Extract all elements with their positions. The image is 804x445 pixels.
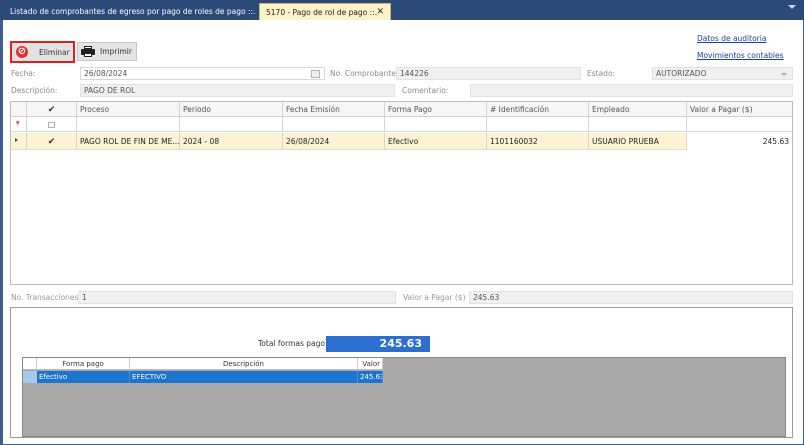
cell-forma-pago: Efectivo [385,133,487,150]
estado-value: AUTORIZADO [656,69,707,78]
audit-data-link[interactable]: Datos de auditoria [697,34,766,43]
tab-pago-rol-label: 5170 - Pago de rol de pago ::. [266,8,378,17]
estado-label: Estado: [587,69,616,78]
calendar-icon[interactable] [311,70,320,78]
payment-grid-header: Forma pago Descripción Valor [23,358,383,370]
col-header-identificacion[interactable]: # Identificación [487,102,589,117]
grid-filter-row: 📍 □ [11,117,792,132]
payment-row-indicator-header [23,358,37,370]
fecha-label: Fecha: [11,69,36,78]
select-all-checkbox[interactable]: ✔ [27,102,77,117]
close-icon[interactable]: ✕ [376,4,384,21]
cell-proceso: PAGO ROL DE FIN DE ME... [77,133,180,150]
valor-pagar-label: Valor a Pagar ($) [403,293,466,302]
payment-cell-forma: Efectivo [37,371,130,383]
col-header-valor-sub[interactable]: Valor [358,358,383,370]
tab-listado-comprobantes[interactable]: Listado de comprobantes de egreso por pa… [4,3,256,20]
col-header-proceso[interactable]: Proceso [77,102,180,117]
cell-empleado: USUARIO PRUEBA [589,133,687,150]
cell-identificacion: 1101160032 [487,133,589,150]
col-header-fecha-emision[interactable]: Fecha Emisión [283,102,385,117]
transacciones-label: No. Transacciones [11,293,79,302]
descripcion-field[interactable]: PAGO DE ROL [80,84,395,97]
col-header-periodo[interactable]: Periodo [180,102,283,117]
comprobante-field[interactable]: 144226 [396,67,581,80]
filter-identificacion[interactable] [487,117,589,132]
row-indicator [11,133,27,150]
fecha-field[interactable]: 26/08/2024 [80,67,325,80]
payment-cell-descripcion: EFECTIVO [130,371,358,383]
list-item[interactable]: Efectivo EFECTIVO 245.63 [23,371,383,383]
filter-forma-pago[interactable] [385,117,487,132]
tab-list-dropdown-icon[interactable] [788,5,796,9]
tab-bar: Listado de comprobantes de egreso por pa… [0,0,804,20]
filter-proceso[interactable] [77,117,180,132]
row-pointer-icon [15,138,18,142]
comentario-label: Comentario: [402,86,449,95]
descripcion-label: Descripción: [11,86,58,95]
printer-icon [81,46,95,57]
estado-select[interactable]: AUTORIZADO [652,67,793,80]
grid-header-row: ✔ Proceso Periodo Fecha Emisión Forma Pa… [11,102,792,117]
delete-icon: ⊘ [16,46,28,58]
cell-periodo: 2024 - 08 [180,133,283,150]
chevron-down-icon [781,73,787,76]
total-formas-pago-label: Total formas pago: [258,339,328,348]
filter-valor[interactable] [687,117,792,132]
table-row[interactable]: ✔ PAGO ROL DE FIN DE ME... 2024 - 08 26/… [11,133,792,150]
col-header-valor[interactable]: Valor a Pagar ($) [687,102,792,117]
col-header-empleado[interactable]: Empleado [589,102,687,117]
print-button-label: Imprimir [100,47,132,56]
payment-cell-valor: 245.63 [358,371,383,383]
print-button[interactable]: Imprimir [77,42,137,61]
col-header-descripcion-sub[interactable]: Descripción [130,358,358,370]
delete-button[interactable]: ⊘ Eliminar [10,41,75,63]
cell-fecha-emision: 26/08/2024 [283,133,385,150]
col-header-forma-pago-sub[interactable]: Forma pago [37,358,130,370]
row-indicator-header [11,102,27,117]
payment-row-indicator [23,371,37,383]
payments-grid: ✔ Proceso Periodo Fecha Emisión Forma Pa… [10,101,793,285]
transacciones-field: 1 [78,291,396,304]
fecha-value: 26/08/2024 [84,69,128,78]
row-checkbox[interactable]: ✔ [27,133,77,150]
check-icon: ✔ [47,105,56,115]
valor-pagar-field: 245.63 [469,291,793,304]
delete-button-label: Eliminar [39,48,70,57]
filter-empleado[interactable] [589,117,687,132]
filter-fecha-emision[interactable] [283,117,385,132]
comprobante-label: No. Comprobante: [330,69,399,78]
filter-checkbox[interactable]: □ [27,117,77,132]
total-formas-pago-value: 245.63 [326,336,430,352]
cell-valor: 245.63 [687,133,792,150]
check-icon: ✔ [47,137,56,147]
comentario-field[interactable] [470,84,793,97]
tab-pago-rol[interactable]: 5170 - Pago de rol de pago ::. ✕ [259,3,391,20]
pin-icon: 📍 [11,117,27,132]
accounting-movements-link[interactable]: Movimientos contables [697,51,784,60]
col-header-forma-pago[interactable]: Forma Pago [385,102,487,117]
payment-methods-grid: Forma pago Descripción Valor Efectivo EF… [22,357,786,437]
filter-periodo[interactable] [180,117,283,132]
